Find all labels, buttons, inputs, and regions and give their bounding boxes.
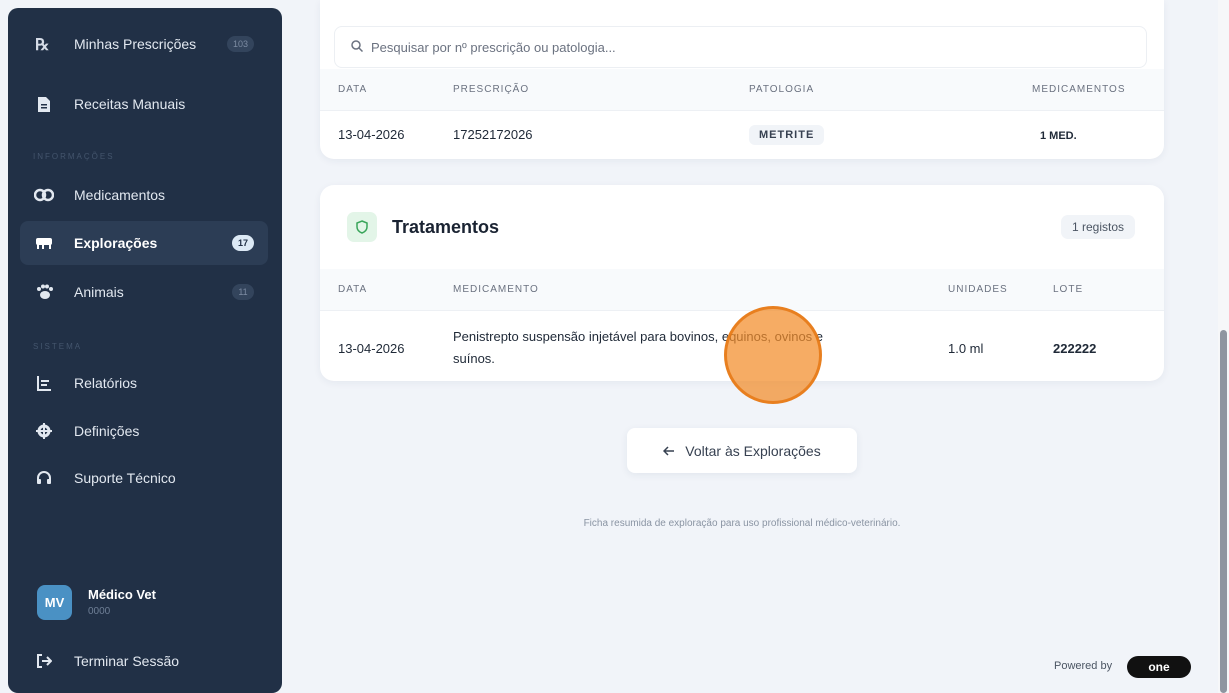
section-label: INFORMAÇÕES [33,152,115,161]
sidebar-item-label: Relatórios [74,375,138,391]
sidebar-item-label: Medicamentos [74,187,166,203]
count-badge: 11 [232,284,254,300]
row-prescription: 17252172026 [453,127,533,142]
logout-label: Terminar Sessão [74,653,180,669]
brand-name: one [1148,660,1170,674]
sidebar-item-label: Definições [74,423,140,439]
sidebar-item-label: Receitas Manuais [74,96,186,112]
scrollbar-thumb[interactable] [1220,330,1227,693]
paw-icon [34,282,54,302]
document-icon [34,94,54,114]
sidebar-item-prescricoes[interactable]: ℞ Minhas Prescrições 103 [20,16,268,72]
sidebar-item-receitas-manuais[interactable]: Receitas Manuais [20,82,268,126]
pills-icon [34,185,54,205]
column-header: LOTE [1053,284,1084,295]
row-date: 13-04-2026 [338,341,405,356]
sidebar-item-label: Explorações [74,235,158,251]
logout-icon [34,651,54,671]
brand-logo[interactable]: one [1127,656,1191,678]
prescriptions-table-header: DATA PRESCRIÇÃO PATOLOGIA MEDICAMENTOS [320,69,1164,111]
treatments-table-header: DATA MEDICAMENTO UNIDADES LOTE [320,269,1164,311]
column-header: PATOLOGIA [749,84,815,95]
arrow-left-icon [663,443,675,459]
shield-icon [347,212,377,242]
column-header: MEDICAMENTOS [1032,84,1126,95]
sidebar-item-relatorios[interactable]: Relatórios [20,361,268,405]
row-lot: 222222 [1053,341,1097,356]
sidebar-item-animais[interactable]: Animais 11 [20,270,268,314]
column-header: MEDICAMENTO [453,284,539,295]
column-header: UNIDADES [948,284,1008,295]
rx-icon: ℞ [34,34,54,54]
avatar: MV [37,585,72,620]
sidebar: ℞ Minhas Prescrições 103 Receitas Manuai… [8,8,282,693]
column-header: DATA [338,284,368,295]
column-header: DATA [338,84,368,95]
svg-text:℞: ℞ [35,37,49,53]
logout-button[interactable]: Terminar Sessão [20,639,268,683]
back-button-label: Voltar às Explorações [685,442,821,459]
cow-icon [34,233,54,253]
gear-icon [34,421,54,441]
row-units: 1.0 ml [948,341,984,356]
user-id: 0000 [88,606,111,617]
back-to-explorations-button[interactable]: Voltar às Explorações [627,428,857,473]
powered-by-label: Powered by [1054,660,1113,672]
section-label: SISTEMA [33,342,83,351]
footer-note: Ficha resumida de exploração para uso pr… [583,518,901,529]
sidebar-item-exploracoes[interactable]: Explorações 17 [20,221,268,265]
column-header: PRESCRIÇÃO [453,84,530,95]
click-indicator [724,306,822,404]
sidebar-item-medicamentos[interactable]: Medicamentos [20,173,268,217]
search-icon [351,39,364,55]
count-badge: 103 [226,36,254,52]
user-name: Médico Vet [88,587,156,602]
sidebar-item-label: Suporte Técnico [74,470,176,486]
search-input[interactable]: Pesquisar por nº prescrição ou patologia… [334,26,1147,68]
pathology-badge: METRITE [749,125,825,145]
count-badge: 17 [231,235,254,251]
search-placeholder: Pesquisar por nº prescrição ou patologia… [371,39,616,55]
prescriptions-card: Pesquisar por nº prescrição ou patologia… [320,0,1164,159]
sidebar-item-label: Animais [74,284,124,300]
headset-icon [34,468,54,488]
sidebar-item-suporte-tecnico[interactable]: Suporte Técnico [20,456,268,500]
chart-icon [34,373,54,393]
row-date: 13-04-2026 [338,127,405,142]
card-title: Tratamentos [392,217,500,237]
sidebar-item-definicoes[interactable]: Definições [20,409,268,453]
sidebar-item-label: Minhas Prescrições [74,36,197,52]
row-medications: 1 MED. [1040,130,1077,142]
records-count-badge: 1 registos [1061,215,1135,239]
row-medication-cont: suínos. [453,351,495,366]
